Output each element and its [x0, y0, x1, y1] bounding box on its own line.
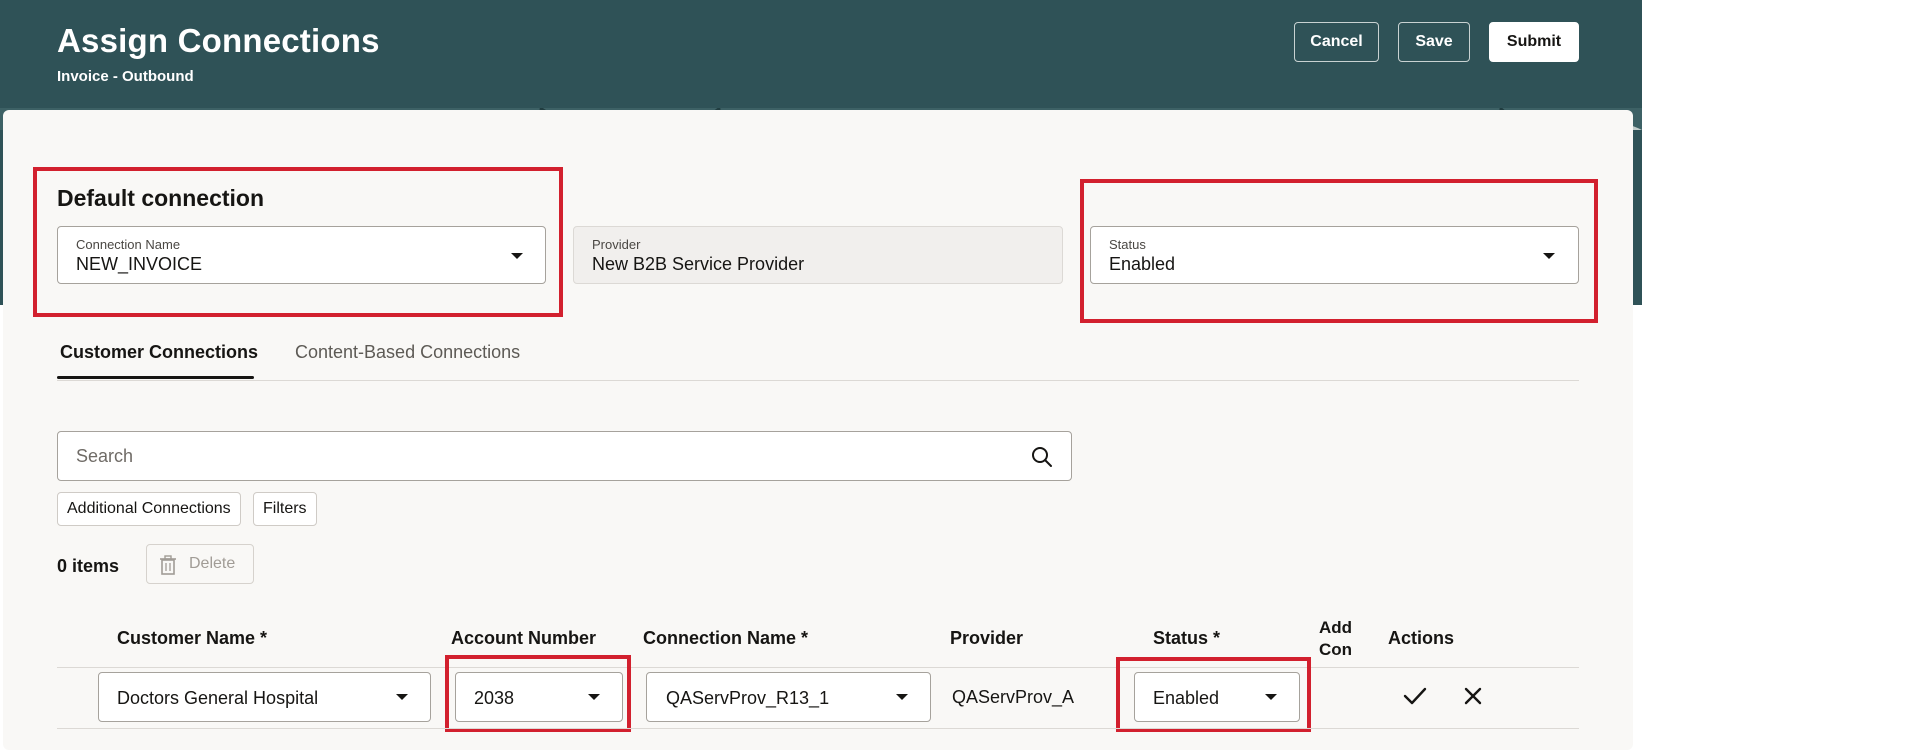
status-row-value: Enabled: [1153, 688, 1220, 708]
connection-name-row-select[interactable]: QAServProv_R13_1: [646, 672, 931, 722]
tab-customer-connections[interactable]: Customer Connections: [60, 342, 258, 363]
connection-name-row-value: QAServProv_R13_1: [666, 688, 830, 708]
provider-value-cell: QAServProv_A: [952, 687, 1075, 707]
chevron-down-icon: [1265, 694, 1277, 700]
status-value: Enabled: [1109, 254, 1176, 274]
additional-connections-chip[interactable]: Additional Connections: [57, 492, 241, 526]
customer-name-select[interactable]: Doctors General Hospital: [98, 672, 431, 722]
active-tab-indicator: [57, 376, 254, 379]
submit-button[interactable]: Submit: [1489, 22, 1579, 62]
cancel-button[interactable]: Cancel: [1294, 22, 1379, 62]
tab-divider: [57, 380, 1579, 381]
column-header-additional: Add Con: [1319, 618, 1353, 659]
delete-label: Delete: [189, 555, 236, 572]
page-title: Assign Connections: [57, 22, 380, 59]
close-icon[interactable]: [1461, 684, 1485, 713]
check-icon[interactable]: [1403, 684, 1427, 713]
provider-value: New B2B Service Provider: [592, 254, 805, 274]
column-header-provider: Provider: [950, 628, 1024, 648]
tab-content-based-connections[interactable]: Content-Based Connections: [295, 342, 520, 363]
column-header-actions: Actions: [1388, 628, 1455, 648]
column-header-account-number: Account Number: [451, 628, 597, 648]
connection-name-value: NEW_INVOICE: [76, 254, 203, 274]
chevron-down-icon: [896, 694, 908, 700]
customer-name-value: Doctors General Hospital: [117, 688, 319, 708]
search-placeholder: Search: [76, 446, 134, 466]
search-input[interactable]: Search: [57, 431, 1072, 481]
chevron-down-icon: [588, 694, 600, 700]
connection-name-label: Connection Name: [76, 237, 181, 252]
account-number-value: 2038: [474, 688, 515, 708]
status-row-select[interactable]: Enabled: [1134, 672, 1300, 722]
chevron-down-icon: [1543, 253, 1555, 259]
status-select[interactable]: Status Enabled: [1090, 226, 1579, 284]
column-header-customer-name: Customer Name *: [117, 628, 268, 648]
provider-label: Provider: [592, 237, 641, 252]
row-divider: [57, 728, 1579, 729]
section-title-default-connection: Default connection: [57, 185, 265, 211]
status-label: Status: [1109, 237, 1146, 252]
account-number-select[interactable]: 2038: [455, 672, 623, 722]
chevron-down-icon: [396, 694, 408, 700]
header-divider: [57, 667, 1579, 668]
search-icon[interactable]: [1031, 446, 1053, 473]
page-subtitle: Invoice - Outbound: [57, 68, 194, 85]
save-button[interactable]: Save: [1398, 22, 1470, 62]
trash-icon: [159, 555, 177, 580]
items-count: 0 items: [57, 556, 120, 576]
filters-chip[interactable]: Filters: [253, 492, 317, 526]
column-header-connection-name: Connection Name *: [643, 628, 809, 648]
connection-name-select[interactable]: Connection Name NEW_INVOICE: [57, 226, 546, 284]
delete-button[interactable]: Delete: [146, 544, 254, 584]
column-header-status: Status *: [1153, 628, 1221, 648]
chevron-down-icon: [511, 253, 523, 259]
provider-field: Provider New B2B Service Provider: [573, 226, 1063, 284]
